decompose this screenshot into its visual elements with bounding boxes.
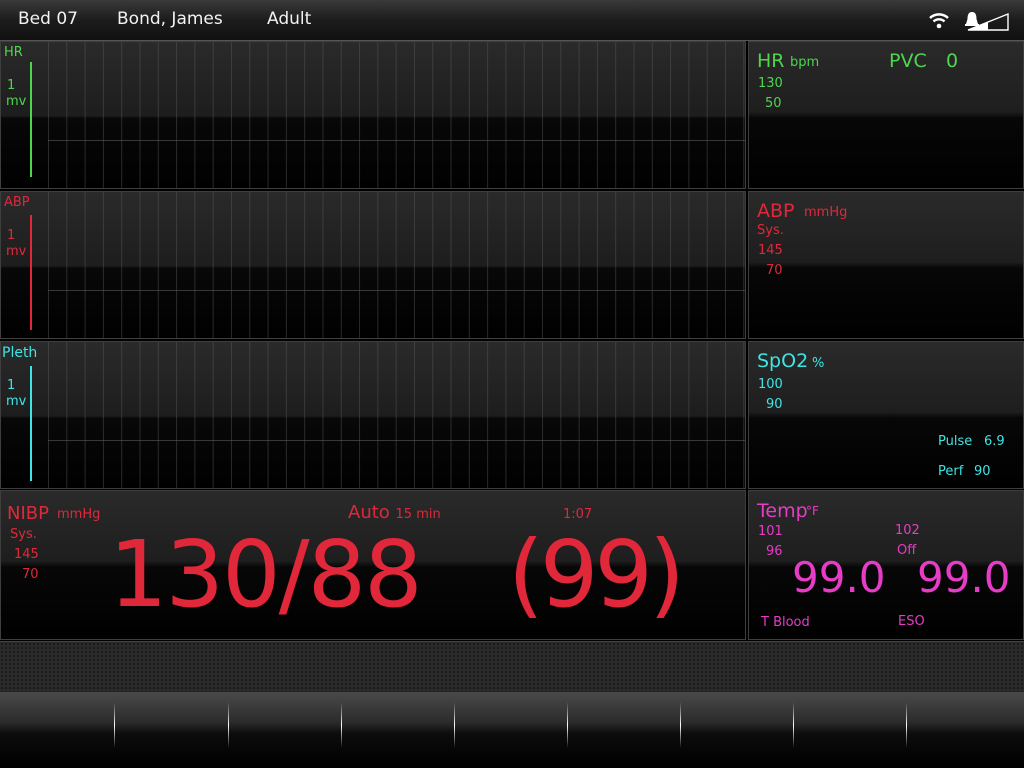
- hr-title: HR: [757, 50, 785, 72]
- nibp-mean: (99): [508, 521, 685, 628]
- nibp-unit: mmHg: [57, 507, 101, 522]
- hr-parameter-panel[interactable]: HR bpm PVC 0 130 50: [748, 41, 1024, 189]
- softkey-4[interactable]: [342, 692, 454, 768]
- softkey-7[interactable]: [681, 692, 793, 768]
- t2-label: ESO: [898, 614, 925, 629]
- pleth-scale-value: 1: [7, 378, 16, 393]
- hr-wave-label: HR: [4, 45, 23, 60]
- t1-limit-high: 101: [758, 524, 783, 539]
- pleth-scale-bar: [30, 366, 32, 481]
- temp-panel[interactable]: Temp °F 101 96 102 Off 99.0 99.0 T Blood…: [748, 490, 1024, 640]
- softkey-8[interactable]: [794, 692, 906, 768]
- t1-value: 99.0: [792, 553, 886, 602]
- nibp-auto-label[interactable]: Auto 15 min: [348, 502, 441, 523]
- nibp-panel[interactable]: NIBP mmHg Sys. 145 70 Auto 15 min 1:07 1…: [0, 490, 746, 640]
- patient-name[interactable]: Bond, James: [117, 9, 223, 29]
- t2-limit-high: 102: [895, 523, 920, 538]
- hr-scale-bar: [30, 62, 32, 177]
- abp-limit-high: 145: [758, 243, 783, 258]
- nibp-limit-high: 145: [14, 547, 39, 562]
- abp-scale-unit: mv: [6, 244, 27, 259]
- softkey-9[interactable]: [907, 692, 1024, 768]
- hr-limit-high: 130: [758, 76, 783, 91]
- nibp-reading: 130/88: [109, 521, 423, 628]
- softkey-1[interactable]: [0, 692, 114, 768]
- abp-scale-value: 1: [7, 228, 16, 243]
- spo2-unit: %: [812, 356, 825, 371]
- abp-parameter-panel[interactable]: ABP mmHg Sys. 145 70: [748, 191, 1024, 339]
- nibp-auto-interval: 15 min: [395, 507, 441, 522]
- abp-wave-label: ABP: [4, 195, 30, 210]
- softkey-bar: [0, 692, 1024, 768]
- pleth-wave-label: Pleth: [2, 345, 38, 361]
- abp-limit-low: 70: [766, 263, 783, 278]
- abp-scale-bar: [30, 215, 32, 330]
- hr-scale-unit: mv: [6, 94, 27, 109]
- patient-category[interactable]: Adult: [267, 9, 311, 29]
- nibp-mode: Sys.: [10, 527, 37, 542]
- spo2-parameter-panel[interactable]: SpO2 % 100 90 Pulse 6.9 Perf 90: [748, 341, 1024, 489]
- pvc-value: 0: [946, 50, 959, 72]
- abp-waveform-panel[interactable]: ABP 1 mv: [0, 191, 746, 339]
- abp-unit: mmHg: [804, 205, 848, 220]
- hr-waveform-panel[interactable]: HR 1 mv: [0, 41, 746, 189]
- top-status-bar: Bed 07 Bond, James Adult: [0, 0, 1024, 41]
- temp-unit: °F: [806, 504, 819, 518]
- hr-scale-value: 1: [7, 78, 16, 93]
- t2-limit-low: Off: [897, 543, 917, 558]
- spo2-limit-high: 100: [758, 377, 783, 392]
- softkey-2[interactable]: [115, 692, 228, 768]
- softkey-3[interactable]: [229, 692, 341, 768]
- softkey-6[interactable]: [568, 692, 680, 768]
- nibp-timer: 1:07: [563, 507, 593, 522]
- wifi-icon: [929, 13, 949, 29]
- pleth-waveform-panel[interactable]: Pleth 1 mv: [0, 341, 746, 489]
- signal-strength-icon: [967, 12, 1009, 31]
- perf-value: 90: [974, 464, 991, 479]
- spo2-title: SpO2: [757, 350, 809, 372]
- nibp-title: NIBP: [7, 503, 49, 524]
- pleth-scale-unit: mv: [6, 394, 27, 409]
- temp-title: Temp: [757, 500, 808, 522]
- spo2-limit-low: 90: [766, 397, 783, 412]
- t2-value: 99.0: [917, 553, 1011, 602]
- perf-label: Perf: [938, 464, 964, 479]
- status-strip: [0, 641, 1024, 693]
- t1-limit-low: 96: [766, 544, 783, 559]
- softkey-5[interactable]: [455, 692, 567, 768]
- pulse-label: Pulse: [938, 434, 973, 449]
- pvc-label: PVC: [889, 50, 927, 72]
- t1-label: T Blood: [761, 615, 810, 630]
- hr-limit-low: 50: [765, 96, 782, 111]
- pulse-value: 6.9: [984, 434, 1005, 449]
- bed-label[interactable]: Bed 07: [18, 9, 78, 29]
- abp-title: ABP: [757, 200, 795, 222]
- nibp-limit-low: 70: [22, 567, 39, 582]
- abp-mode: Sys.: [757, 223, 784, 238]
- hr-unit: bpm: [790, 55, 820, 70]
